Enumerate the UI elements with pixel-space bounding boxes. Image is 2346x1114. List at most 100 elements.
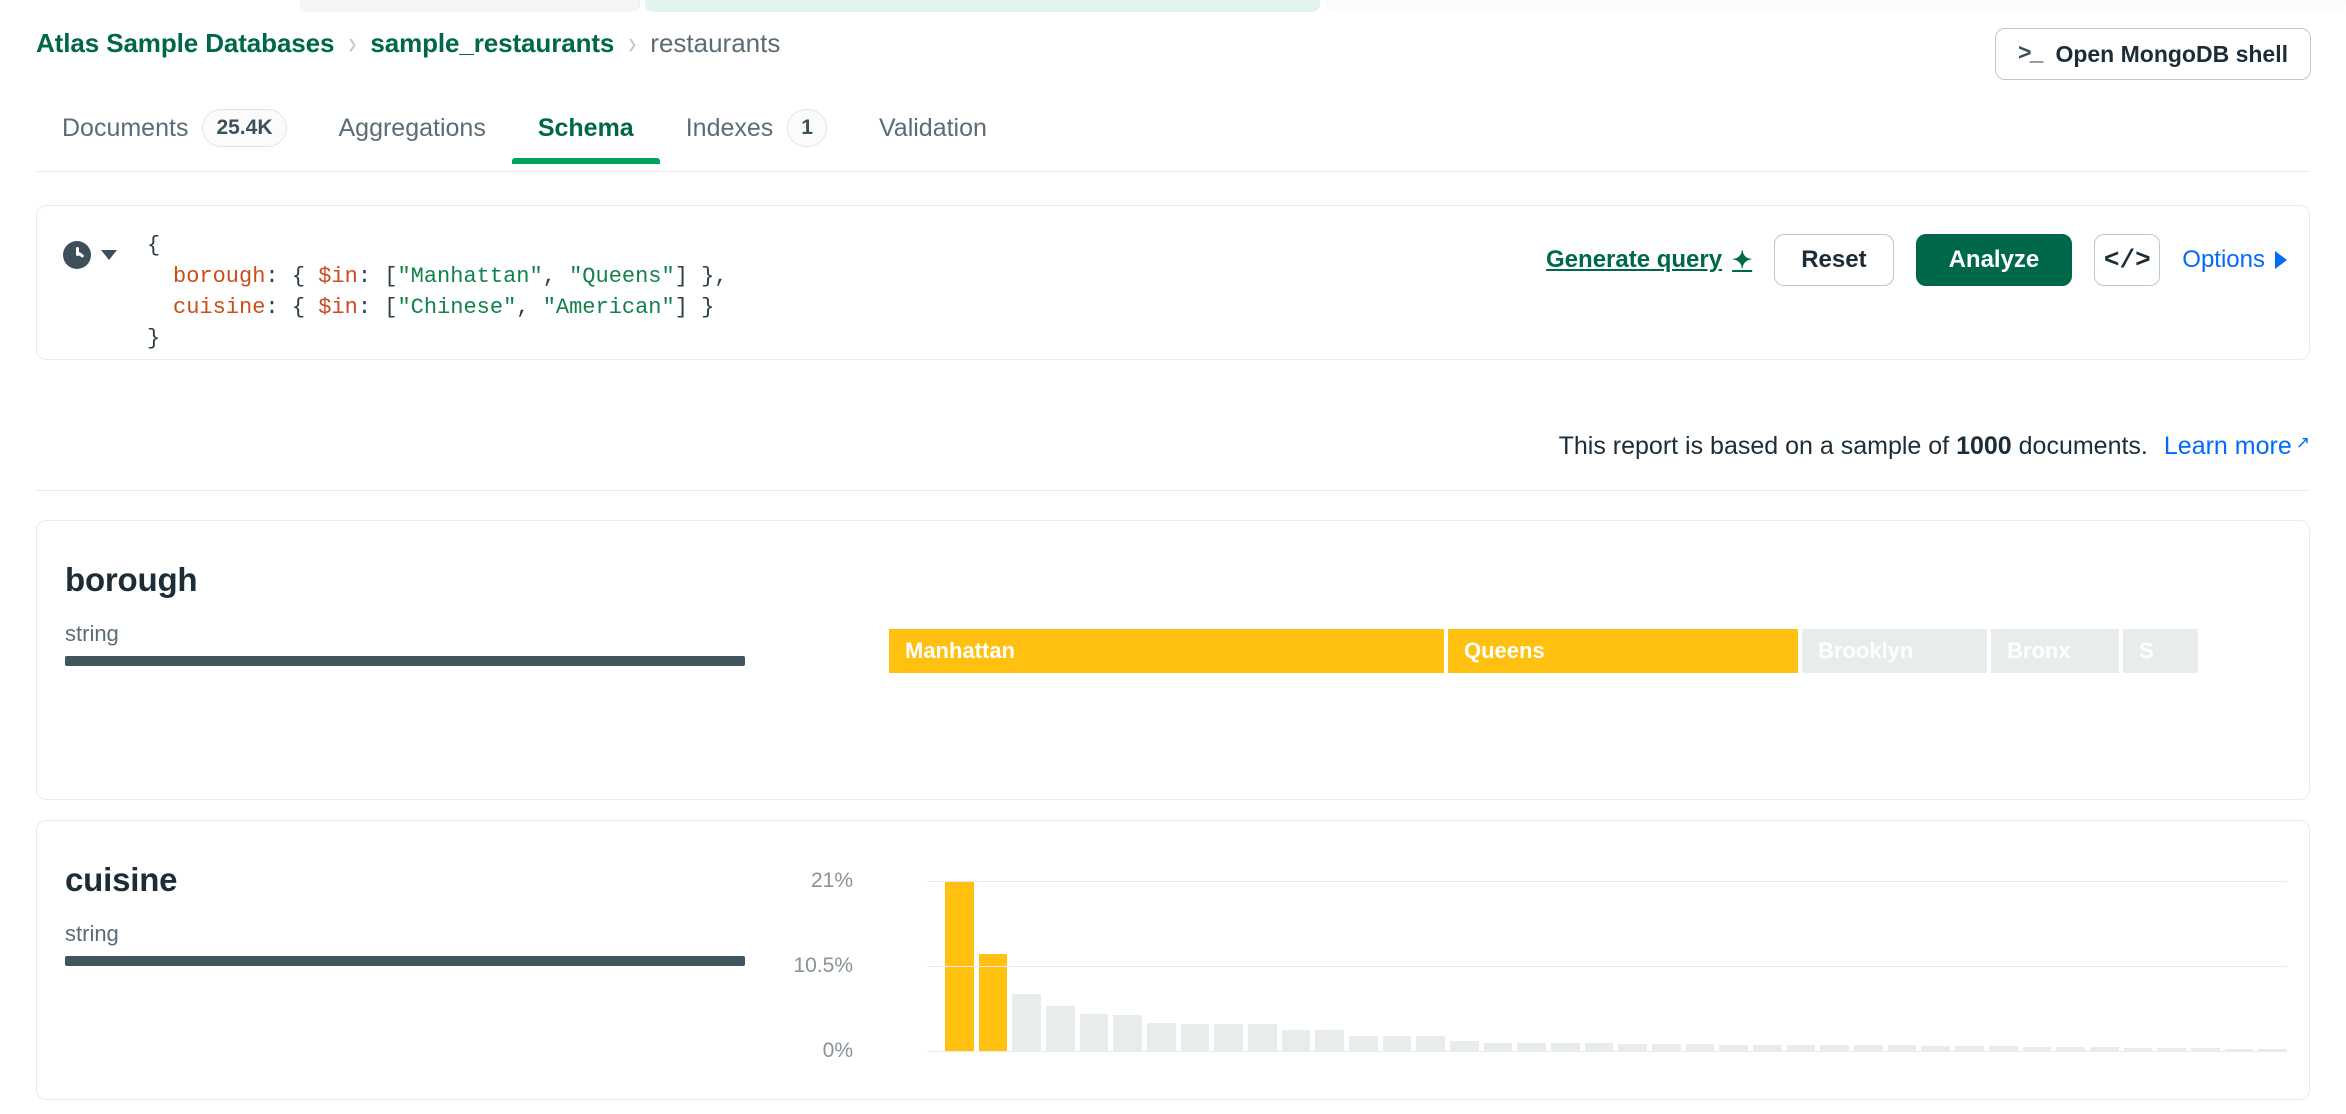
query-token-op: $in [318,295,358,320]
histogram-bar[interactable] [1012,994,1042,1051]
tab-documents-badge: 25.4K [202,109,287,147]
field-type-bar [65,656,745,666]
query-token-punc: : [ [357,295,398,320]
query-line: { [147,230,728,261]
histogram-bar[interactable] [1483,1042,1513,1051]
histogram-bar[interactable] [1214,1024,1244,1051]
collection-header: Atlas Sample Databases › sample_restaura… [0,12,2346,80]
chevron-down-icon [101,250,117,260]
code-brackets-icon: </> [2103,245,2151,275]
clock-icon [63,241,91,269]
workspace-tab-strip-background [1325,0,2346,12]
tab-schema-label: Schema [537,113,634,142]
external-link-icon: ↗ [2295,433,2310,452]
histogram-bar[interactable] [1551,1042,1580,1051]
workspace-tab-inactive[interactable] [300,0,640,12]
borough-segment-brooklyn[interactable]: Brooklyn [1802,629,1987,673]
options-label: Options [2182,246,2265,273]
query-token-str: "American" [542,295,675,320]
histogram-bar[interactable] [1618,1043,1648,1051]
reset-button[interactable]: Reset [1774,234,1894,286]
gridline [927,881,2287,882]
tab-documents-label: Documents [62,113,189,142]
sample-notice-text: This report is based on a sample of 1000… [1559,432,2148,461]
query-token-punc: , [516,295,543,320]
analyze-button[interactable]: Analyze [1915,234,2073,286]
breadcrumb-item-sample-restaurants[interactable]: sample_restaurants [370,28,614,59]
query-bar-actions: Generate query ✦ Reset Analyze </> Optio… [1546,234,2287,286]
breadcrumb-separator-icon: › [628,24,637,62]
borough-segment-staten-island[interactable]: S [2123,629,2198,673]
borough-category-chart: Manhattan Queens Brooklyn Bronx S [889,629,2287,673]
sample-notice-prefix: This report is based on a sample of [1558,432,1950,460]
histogram-bar[interactable] [1584,1042,1614,1051]
histogram-bar[interactable] [1248,1024,1277,1051]
query-token-str: "Manhattan" [397,264,543,289]
field-type-bar [65,956,745,966]
y-axis-tick-label: 10.5% [793,954,853,977]
borough-segment-manhattan[interactable]: Manhattan [889,629,1444,673]
histogram-bar[interactable] [1416,1036,1446,1051]
histogram-bar[interactable] [1685,1043,1715,1051]
analyze-label: Analyze [1948,246,2040,273]
histogram-bar[interactable] [1281,1029,1311,1051]
query-token-punc: : [ [357,264,398,289]
query-history-button[interactable] [63,241,117,269]
breadcrumb: Atlas Sample Databases › sample_restaura… [36,25,780,61]
schema-field-card-cuisine: cuisine string 21% 10.5% 0% [36,820,2310,1100]
tab-validation[interactable]: Validation [853,92,1013,164]
tab-indexes[interactable]: Indexes 1 [660,92,853,164]
tab-validation-label: Validation [878,113,987,142]
sample-notice-count: 1000 [1956,432,2012,460]
breadcrumb-item-atlas-sample-databases[interactable]: Atlas Sample Databases [36,28,334,59]
query-token-str: "Queens" [569,264,675,289]
field-type-label: string [65,621,119,646]
field-name: borough [65,561,198,598]
breadcrumb-separator-icon: › [348,24,357,62]
histogram-bar[interactable] [978,953,1008,1051]
learn-more-label: Learn more [2163,432,2292,460]
query-token-punc: ] } [674,295,715,320]
section-divider [36,490,2310,491]
tab-documents[interactable]: Documents 25.4K [36,92,313,164]
histogram-bar[interactable] [1315,1029,1345,1051]
field-name: cuisine [65,861,178,898]
histogram-bar[interactable] [1147,1023,1176,1051]
query-line: } [147,323,728,354]
query-token-punc: { [147,233,161,258]
collection-tab-bar: Documents 25.4K Aggregations Schema Inde… [0,92,2346,172]
histogram-bar[interactable] [1046,1005,1075,1051]
tab-active-indicator [511,158,660,164]
histogram-bar[interactable] [1079,1013,1109,1051]
tab-schema[interactable]: Schema [511,92,660,164]
query-token-str: "Chinese" [397,295,517,320]
chevron-right-icon [2275,251,2287,269]
query-token-punc: , [542,264,570,289]
histogram-bar[interactable] [1382,1036,1412,1051]
query-token-field: cuisine [173,295,266,320]
tab-aggregations[interactable]: Aggregations [313,92,512,164]
open-mongodb-shell-button[interactable]: >_ Open MongoDB shell [1994,28,2311,80]
learn-more-link[interactable]: Learn more ↗ [2164,432,2310,461]
histogram-bar[interactable] [1517,1042,1547,1051]
export-to-language-button[interactable]: </> [2094,234,2161,286]
y-axis-tick-label: 21% [810,869,853,892]
query-options-toggle[interactable]: Options [2182,246,2287,274]
histogram-bar[interactable] [1349,1035,1378,1051]
borough-segment-queens[interactable]: Queens [1448,629,1798,673]
histogram-bar[interactable] [1652,1043,1681,1051]
workspace-tab-strip [0,0,2346,12]
terminal-prompt-icon: >_ [2017,41,2044,67]
generate-query-label: Generate query [1546,246,1723,273]
tab-aggregations-label: Aggregations [338,113,486,142]
query-token-punc: : { [265,295,319,320]
workspace-tab-active[interactable] [645,0,1320,12]
generate-query-button[interactable]: Generate query ✦ [1546,246,1752,275]
borough-segment-bronx[interactable]: Bronx [1991,629,2119,673]
histogram-bar[interactable] [1450,1041,1479,1051]
breadcrumb-item-restaurants[interactable]: restaurants [650,28,780,59]
histogram-bar[interactable] [1180,1024,1210,1051]
histogram-bar[interactable] [1113,1014,1143,1051]
query-filter-input[interactable]: {borough: { $in: ["Manhattan", "Queens"]… [147,230,728,354]
query-token-op: $in [318,264,358,289]
